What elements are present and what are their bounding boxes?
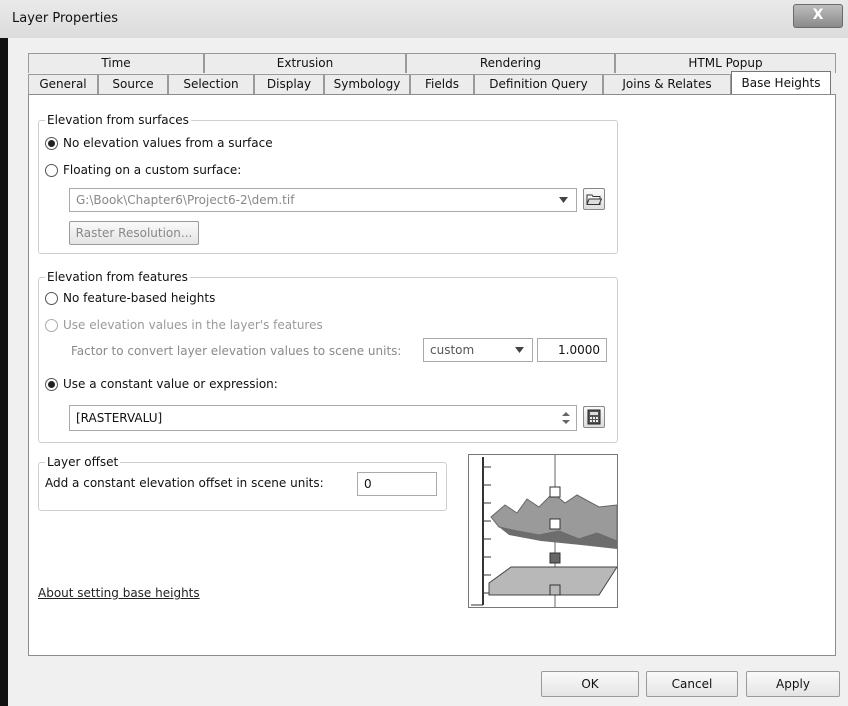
offset-label: Add a constant elevation offset in scene… [45,476,324,490]
tab-row-bottom: General Source Selection Display Symbolo… [28,71,831,94]
terrain-illustration [471,455,617,607]
tab-source[interactable]: Source [98,74,168,94]
radio-constant-value-label: Use a constant value or expression: [63,377,278,391]
radio-layer-elevation[interactable]: Use elevation values in the layer's feat… [45,318,323,332]
window-title: Layer Properties [12,11,119,26]
radio-dot [45,318,58,332]
tab-joins-relates[interactable]: Joins & Relates [603,74,731,94]
surface-path-select[interactable]: G:\Book\Chapter6\Project6-2\dem.tif [69,188,577,212]
layer-properties-dialog: Layer Properties X Time Extrusion Render… [0,0,848,706]
base-heights-illustration [468,454,618,608]
tab-extrusion[interactable]: Extrusion [204,53,406,73]
features-group: Elevation from features No feature-based… [38,270,618,443]
spin-arrows-icon[interactable] [562,411,570,425]
tab-fields[interactable]: Fields [410,74,474,94]
tab-symbology[interactable]: Symbology [324,74,410,94]
surface-path-value: G:\Book\Chapter6\Project6-2\dem.tif [76,193,295,207]
window-edge [0,38,8,706]
browse-folder-button[interactable] [583,188,605,210]
apply-button[interactable]: Apply [746,671,840,697]
radio-constant-value[interactable]: Use a constant value or expression: [45,377,278,391]
chevron-down-icon [559,197,568,203]
features-legend: Elevation from features [45,270,190,284]
radio-no-feature-heights-label: No feature-based heights [63,291,216,305]
tab-html-popup[interactable]: HTML Popup [615,53,836,73]
factor-label: Factor to convert layer elevation values… [71,344,402,358]
offset-group: Layer offset Add a constant elevation of… [38,455,447,511]
factor-value-input[interactable]: 1.0000 [537,338,607,362]
chevron-down-icon [515,347,524,353]
radio-floating-surface-label: Floating on a custom surface: [63,163,242,177]
radio-no-surface[interactable]: No elevation values from a surface [45,136,273,150]
close-button[interactable]: X [793,4,843,28]
radio-floating-surface[interactable]: Floating on a custom surface: [45,163,241,177]
radio-no-feature-heights[interactable]: No feature-based heights [45,291,215,305]
tab-general[interactable]: General [28,74,98,94]
ok-button[interactable]: OK [541,671,639,697]
factor-unit-value: custom [430,343,475,357]
radio-layer-elevation-label: Use elevation values in the layer's feat… [63,318,323,332]
surfaces-legend: Elevation from surfaces [45,113,191,127]
radio-no-surface-label: No elevation values from a surface [63,136,273,150]
tab-time[interactable]: Time [28,53,204,73]
expression-input[interactable]: [RASTERVALU] [69,405,577,431]
factor-unit-select[interactable]: custom [423,338,533,362]
radio-dot [45,377,58,391]
radio-dot [45,136,58,150]
surfaces-group: Elevation from surfaces No elevation val… [38,113,618,254]
calculator-icon [587,409,601,425]
title-bar: Layer Properties X [0,0,848,38]
raster-resolution-button[interactable]: Raster Resolution... [69,221,199,245]
tab-definition-query[interactable]: Definition Query [474,74,603,94]
offset-legend: Layer offset [45,455,121,469]
offset-input[interactable]: 0 [357,472,437,496]
tab-row-top: Time Extrusion Rendering HTML Popup [28,53,836,73]
radio-dot [45,163,58,177]
expression-calculator-button[interactable] [583,406,605,428]
tab-rendering[interactable]: Rendering [406,53,615,73]
radio-dot [45,291,58,305]
base-heights-panel: Elevation from surfaces No elevation val… [28,94,836,656]
about-base-heights-link[interactable]: About setting base heights [38,586,200,600]
expression-value: [RASTERVALU] [76,411,163,425]
tab-selection[interactable]: Selection [168,74,254,94]
tab-base-heights[interactable]: Base Heights [731,71,831,94]
cancel-button[interactable]: Cancel [646,671,738,697]
folder-open-icon [586,194,602,205]
tab-display[interactable]: Display [254,74,324,94]
